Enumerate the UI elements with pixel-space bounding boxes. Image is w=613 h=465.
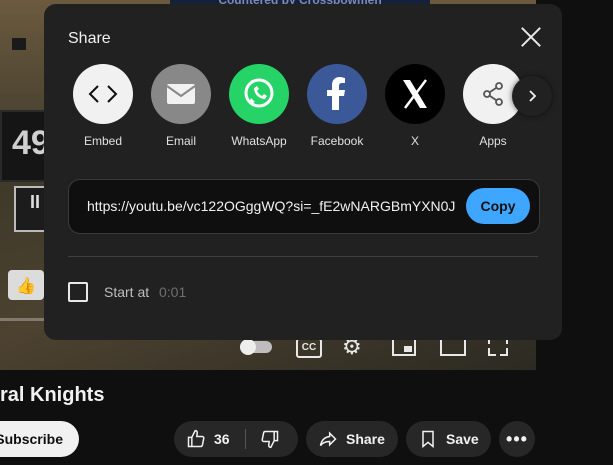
share-dialog: Share Embed Email WhatsApp Facebook X Ap…: [44, 4, 562, 340]
share-label: Share: [346, 431, 385, 447]
start-at-label: Start at: [104, 284, 150, 300]
subscribe-label: Subscribe: [0, 431, 63, 447]
video-title: ral Knights: [0, 384, 105, 406]
share-target-whatsapp[interactable]: WhatsApp: [224, 64, 294, 148]
share-target-label: WhatsApp: [231, 134, 287, 148]
next-targets-button[interactable]: [512, 76, 552, 116]
save-label: Save: [446, 431, 479, 447]
save-button[interactable]: Save: [406, 421, 491, 457]
x-circle: [385, 64, 445, 124]
x-icon: [403, 79, 427, 109]
share-button[interactable]: Share: [306, 421, 398, 457]
share-target-x[interactable]: X: [380, 64, 450, 148]
share-url[interactable]: https://youtu.be/vc122OGggWQ?si=_fE2wNAR…: [87, 198, 455, 214]
share-targets: Embed Email WhatsApp Facebook X Apps: [68, 64, 548, 154]
subscribe-button[interactable]: Subscribe: [0, 421, 79, 457]
more-actions-button[interactable]: •••: [499, 421, 535, 457]
embed-icon: [88, 85, 118, 103]
captions-icon[interactable]: CC: [296, 338, 322, 358]
share-url-field[interactable]: https://youtu.be/vc122OGggWQ?si=_fE2wNAR…: [68, 179, 540, 234]
whatsapp-circle: [229, 64, 289, 124]
thumbs-down-icon: [261, 430, 279, 449]
start-at-time-input[interactable]: 0:01: [159, 284, 186, 300]
facebook-icon: [327, 77, 345, 110]
embed-circle: [73, 64, 133, 124]
dislike-button[interactable]: [246, 421, 298, 457]
like-button[interactable]: 36: [174, 421, 246, 457]
share-target-facebook[interactable]: Facebook: [302, 64, 372, 148]
share-target-embed[interactable]: Embed: [68, 64, 138, 148]
copy-button[interactable]: Copy: [466, 188, 530, 224]
share-target-email[interactable]: Email: [146, 64, 216, 148]
close-icon[interactable]: [518, 24, 544, 50]
share-arrow-icon: [319, 431, 337, 447]
email-circle: [151, 64, 211, 124]
share-target-label: X: [410, 134, 419, 148]
like-dislike-group: 36: [174, 421, 298, 457]
chevron-right-icon: [529, 90, 537, 102]
whatsapp-icon: [244, 78, 274, 108]
dialog-title: Share: [68, 30, 111, 47]
video-hud-like: 👍: [8, 270, 44, 300]
autoplay-toggle[interactable]: [240, 339, 272, 355]
share-target-label: Apps: [479, 134, 507, 148]
share-target-label: Facebook: [310, 134, 364, 148]
start-at-checkbox[interactable]: [68, 282, 88, 302]
like-count: 36: [214, 431, 230, 447]
share-target-label: Embed: [83, 134, 123, 148]
thumbs-up-icon: [187, 429, 205, 448]
video-artifact: [12, 38, 26, 50]
video-hud-glyph: II: [30, 192, 41, 212]
bookmark-icon: [422, 430, 434, 449]
dialog-divider: [68, 256, 538, 257]
more-horizontal-icon: •••: [506, 429, 528, 449]
email-icon: [166, 84, 196, 104]
share-target-label: Email: [165, 134, 196, 148]
facebook-circle: [307, 64, 367, 124]
